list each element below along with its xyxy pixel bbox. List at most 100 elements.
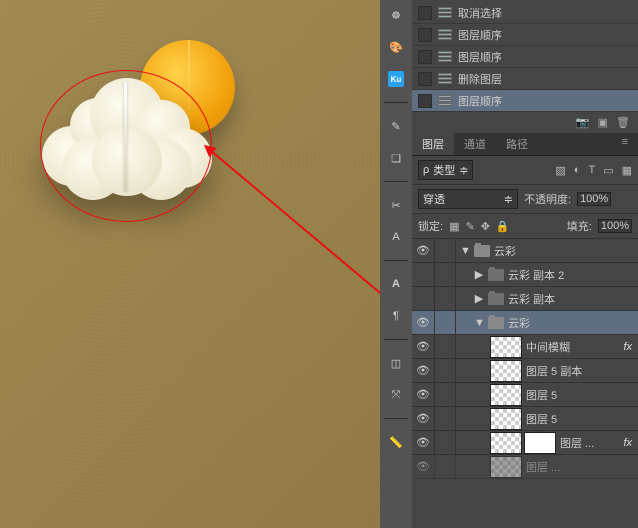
lock-position-icon[interactable]: ✎ (465, 220, 474, 233)
fill-label: 填充: (567, 218, 592, 234)
annotation-circle (40, 70, 212, 222)
layer-group[interactable]: 👁 ▼ 云彩 (412, 311, 638, 335)
layer-name[interactable]: 云彩 (508, 315, 634, 331)
folder-icon (488, 293, 504, 305)
panel-menu-icon[interactable]: ≡ (612, 133, 638, 155)
visibility-toggle[interactable]: 👁 (412, 239, 435, 262)
tool-strip: ☸ 🎨 Ku ✎ ❏ ✂ A A ¶ ◫ ⤧ 📏 (380, 0, 412, 528)
layer-item[interactable]: 👁 图层 5 副本 (412, 359, 638, 383)
filter-row: ρ类型≑ ▧ ◐ T ▭ ▦ (412, 156, 638, 185)
layer-name[interactable]: 云彩 副本 (508, 291, 634, 307)
visibility-toggle[interactable] (412, 287, 435, 310)
history-footer: 📷 ▣ 🗑 (412, 112, 638, 133)
history-item[interactable]: 图层顺序 (412, 46, 638, 68)
history-state-icon (438, 73, 452, 85)
twirl-icon[interactable]: ▶ (474, 268, 484, 281)
folder-icon (488, 269, 504, 281)
visibility-toggle[interactable]: 👁 (412, 407, 435, 430)
visibility-toggle[interactable]: 👁 (412, 311, 435, 334)
visibility-toggle[interactable]: 👁 (412, 383, 435, 406)
layer-name[interactable]: 图层 ... (526, 459, 634, 475)
layer-name[interactable]: 图层 5 (526, 411, 634, 427)
clone-icon[interactable]: ❏ (385, 147, 407, 169)
blend-row: 穿透≑ 不透明度: 100% (412, 185, 638, 214)
layers-tree: 👁 ▼ 云彩 ▶ 云彩 副本 2 ▶ 云彩 副本 👁 ▼ 云彩 👁 (412, 239, 638, 528)
layer-name[interactable]: 中间模糊 (526, 339, 619, 355)
tab-channels[interactable]: 通道 (454, 133, 496, 155)
layer-name[interactable]: 云彩 副本 2 (508, 267, 634, 283)
snapshot-icon[interactable]: 📷 (576, 116, 590, 129)
visibility-toggle[interactable]: 👁 (412, 335, 435, 358)
tab-layers[interactable]: 图层 (412, 133, 454, 155)
visibility-toggle[interactable]: 👁 (412, 455, 435, 478)
twirl-icon[interactable]: ▼ (460, 245, 470, 257)
kuler-icon[interactable]: Ku (385, 68, 407, 90)
scissors-icon[interactable]: ✂ (385, 194, 407, 216)
history-state-icon (438, 51, 452, 63)
color-icon[interactable]: 🎨 (385, 36, 407, 58)
trash-icon[interactable]: 🗑 (616, 116, 630, 129)
layer-item[interactable]: 👁 图层 ... (412, 455, 638, 479)
layer-group[interactable]: ▶ 云彩 副本 (412, 287, 638, 311)
opacity-value[interactable]: 100% (577, 192, 611, 206)
ruler-icon[interactable]: 📏 (385, 431, 407, 453)
layer-group[interactable]: 👁 ▼ 云彩 (412, 239, 638, 263)
lock-pixels-icon[interactable]: ▦ (449, 220, 459, 233)
visibility-toggle[interactable]: 👁 (412, 431, 435, 454)
twirl-icon[interactable]: ▶ (474, 292, 484, 305)
layer-thumb (490, 408, 522, 430)
brush-preset-icon[interactable]: ✎ (385, 115, 407, 137)
layer-item[interactable]: 👁 图层 5 (412, 383, 638, 407)
layer-thumb (490, 384, 522, 406)
history-state-icon (438, 95, 452, 107)
history-item[interactable]: 图层顺序 (412, 24, 638, 46)
fill-value[interactable]: 100% (598, 219, 632, 233)
layer-name[interactable]: 图层 ... (560, 435, 619, 451)
layer-thumb (490, 432, 522, 454)
layer-name[interactable]: 云彩 (494, 243, 634, 259)
filter-smart-icon[interactable]: ▦ (622, 164, 632, 177)
new-doc-icon[interactable]: ▣ (598, 116, 608, 129)
twirl-icon[interactable]: ▼ (474, 317, 484, 329)
opacity-label: 不透明度: (524, 191, 571, 207)
folder-icon (488, 317, 504, 329)
canvas-area[interactable] (0, 0, 380, 528)
lock-all-icon[interactable]: 🔒 (496, 220, 510, 233)
filter-text-icon[interactable]: T (588, 164, 595, 177)
tab-paths[interactable]: 路径 (496, 133, 538, 155)
history-item[interactable]: 删除图层 (412, 68, 638, 90)
layer-group[interactable]: ▶ 云彩 副本 2 (412, 263, 638, 287)
filter-image-icon[interactable]: ▧ (555, 164, 565, 177)
filter-shape-icon[interactable]: ▭ (603, 164, 613, 177)
history-state-icon (438, 7, 452, 19)
layer-item[interactable]: 👁 中间模糊 fx (412, 335, 638, 359)
filter-adjust-icon[interactable]: ◐ (574, 164, 581, 177)
layer-item[interactable]: 👁 图层 5 (412, 407, 638, 431)
history-item[interactable]: 图层顺序 (412, 90, 638, 112)
panels-area: ☸ 🎨 Ku ✎ ❏ ✂ A A ¶ ◫ ⤧ 📏 取消选择 图层顺序 图层顺序 … (380, 0, 638, 528)
layer-name[interactable]: 图层 5 副本 (526, 363, 634, 379)
visibility-toggle[interactable] (412, 263, 435, 286)
axis-icon[interactable]: ⤧ (385, 384, 407, 406)
layer-panel-tabs: 图层 通道 路径 ≡ (412, 133, 638, 156)
layer-thumb (490, 360, 522, 382)
history-state-icon (438, 29, 452, 41)
lock-move-icon[interactable]: ✥ (481, 220, 490, 233)
layer-thumb (490, 336, 522, 358)
character-icon[interactable]: A (385, 273, 407, 295)
wheel-icon[interactable]: ☸ (385, 4, 407, 26)
filter-kind-select[interactable]: ρ类型≑ (418, 160, 473, 180)
layer-item[interactable]: 👁 图层 ... fx (412, 431, 638, 455)
layer-name[interactable]: 图层 5 (526, 387, 634, 403)
main-panels: 取消选择 图层顺序 图层顺序 删除图层 图层顺序 📷 ▣ 🗑 图层 通道 路径 … (412, 0, 638, 528)
font-icon[interactable]: A (385, 226, 407, 248)
fx-badge[interactable]: fx (623, 437, 632, 449)
visibility-toggle[interactable]: 👁 (412, 359, 435, 382)
history-item[interactable]: 取消选择 (412, 2, 638, 24)
lock-row: 锁定: ▦ ✎ ✥ 🔒 填充: 100% (412, 214, 638, 239)
paragraph-icon[interactable]: ¶ (385, 305, 407, 327)
cube-icon[interactable]: ◫ (385, 352, 407, 374)
blend-mode-select[interactable]: 穿透≑ (418, 189, 518, 209)
fx-badge[interactable]: fx (623, 341, 632, 353)
lock-label: 锁定: (418, 218, 443, 234)
